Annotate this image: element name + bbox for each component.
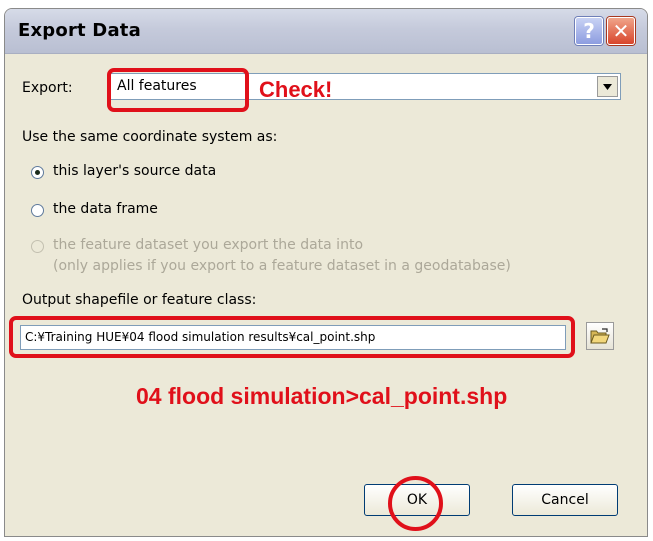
close-icon: ✕ [612, 19, 630, 43]
help-button[interactable]: ? [575, 17, 603, 45]
open-folder-icon [590, 328, 610, 344]
radio-source-data-label[interactable]: this layer's source data [53, 163, 216, 179]
annotation-ok-circle [388, 476, 443, 531]
annotation-export-highlight [107, 68, 249, 112]
radio-feature-dataset-note: (only applies if you export to a feature… [53, 258, 511, 274]
export-label: Export: [22, 80, 73, 96]
radio-feature-dataset-label: the feature dataset you export the data … [53, 237, 364, 253]
radio-feature-dataset [31, 240, 44, 253]
annotation-hint-text: 04 flood simulation>cal_point.shp [136, 383, 508, 409]
coord-heading: Use the same coordinate system as: [22, 129, 278, 145]
output-label: Output shapefile or feature class: [22, 292, 257, 308]
annotation-path-highlight [9, 316, 575, 358]
close-button[interactable]: ✕ [607, 17, 635, 45]
dropdown-button[interactable] [597, 76, 618, 97]
annotation-check-text: Check! [259, 77, 333, 102]
browse-button[interactable] [586, 322, 614, 350]
radio-data-frame-label[interactable]: the data frame [53, 201, 158, 217]
cancel-button[interactable]: Cancel [512, 484, 618, 516]
triangle-down-icon [603, 83, 612, 90]
radio-source-data[interactable] [31, 166, 44, 179]
help-icon: ? [583, 19, 595, 43]
dialog-title: Export Data [18, 20, 141, 41]
cancel-button-label: Cancel [541, 492, 589, 508]
title-bar[interactable]: Export Data ? ✕ [5, 9, 647, 54]
radio-data-frame[interactable] [31, 204, 44, 217]
